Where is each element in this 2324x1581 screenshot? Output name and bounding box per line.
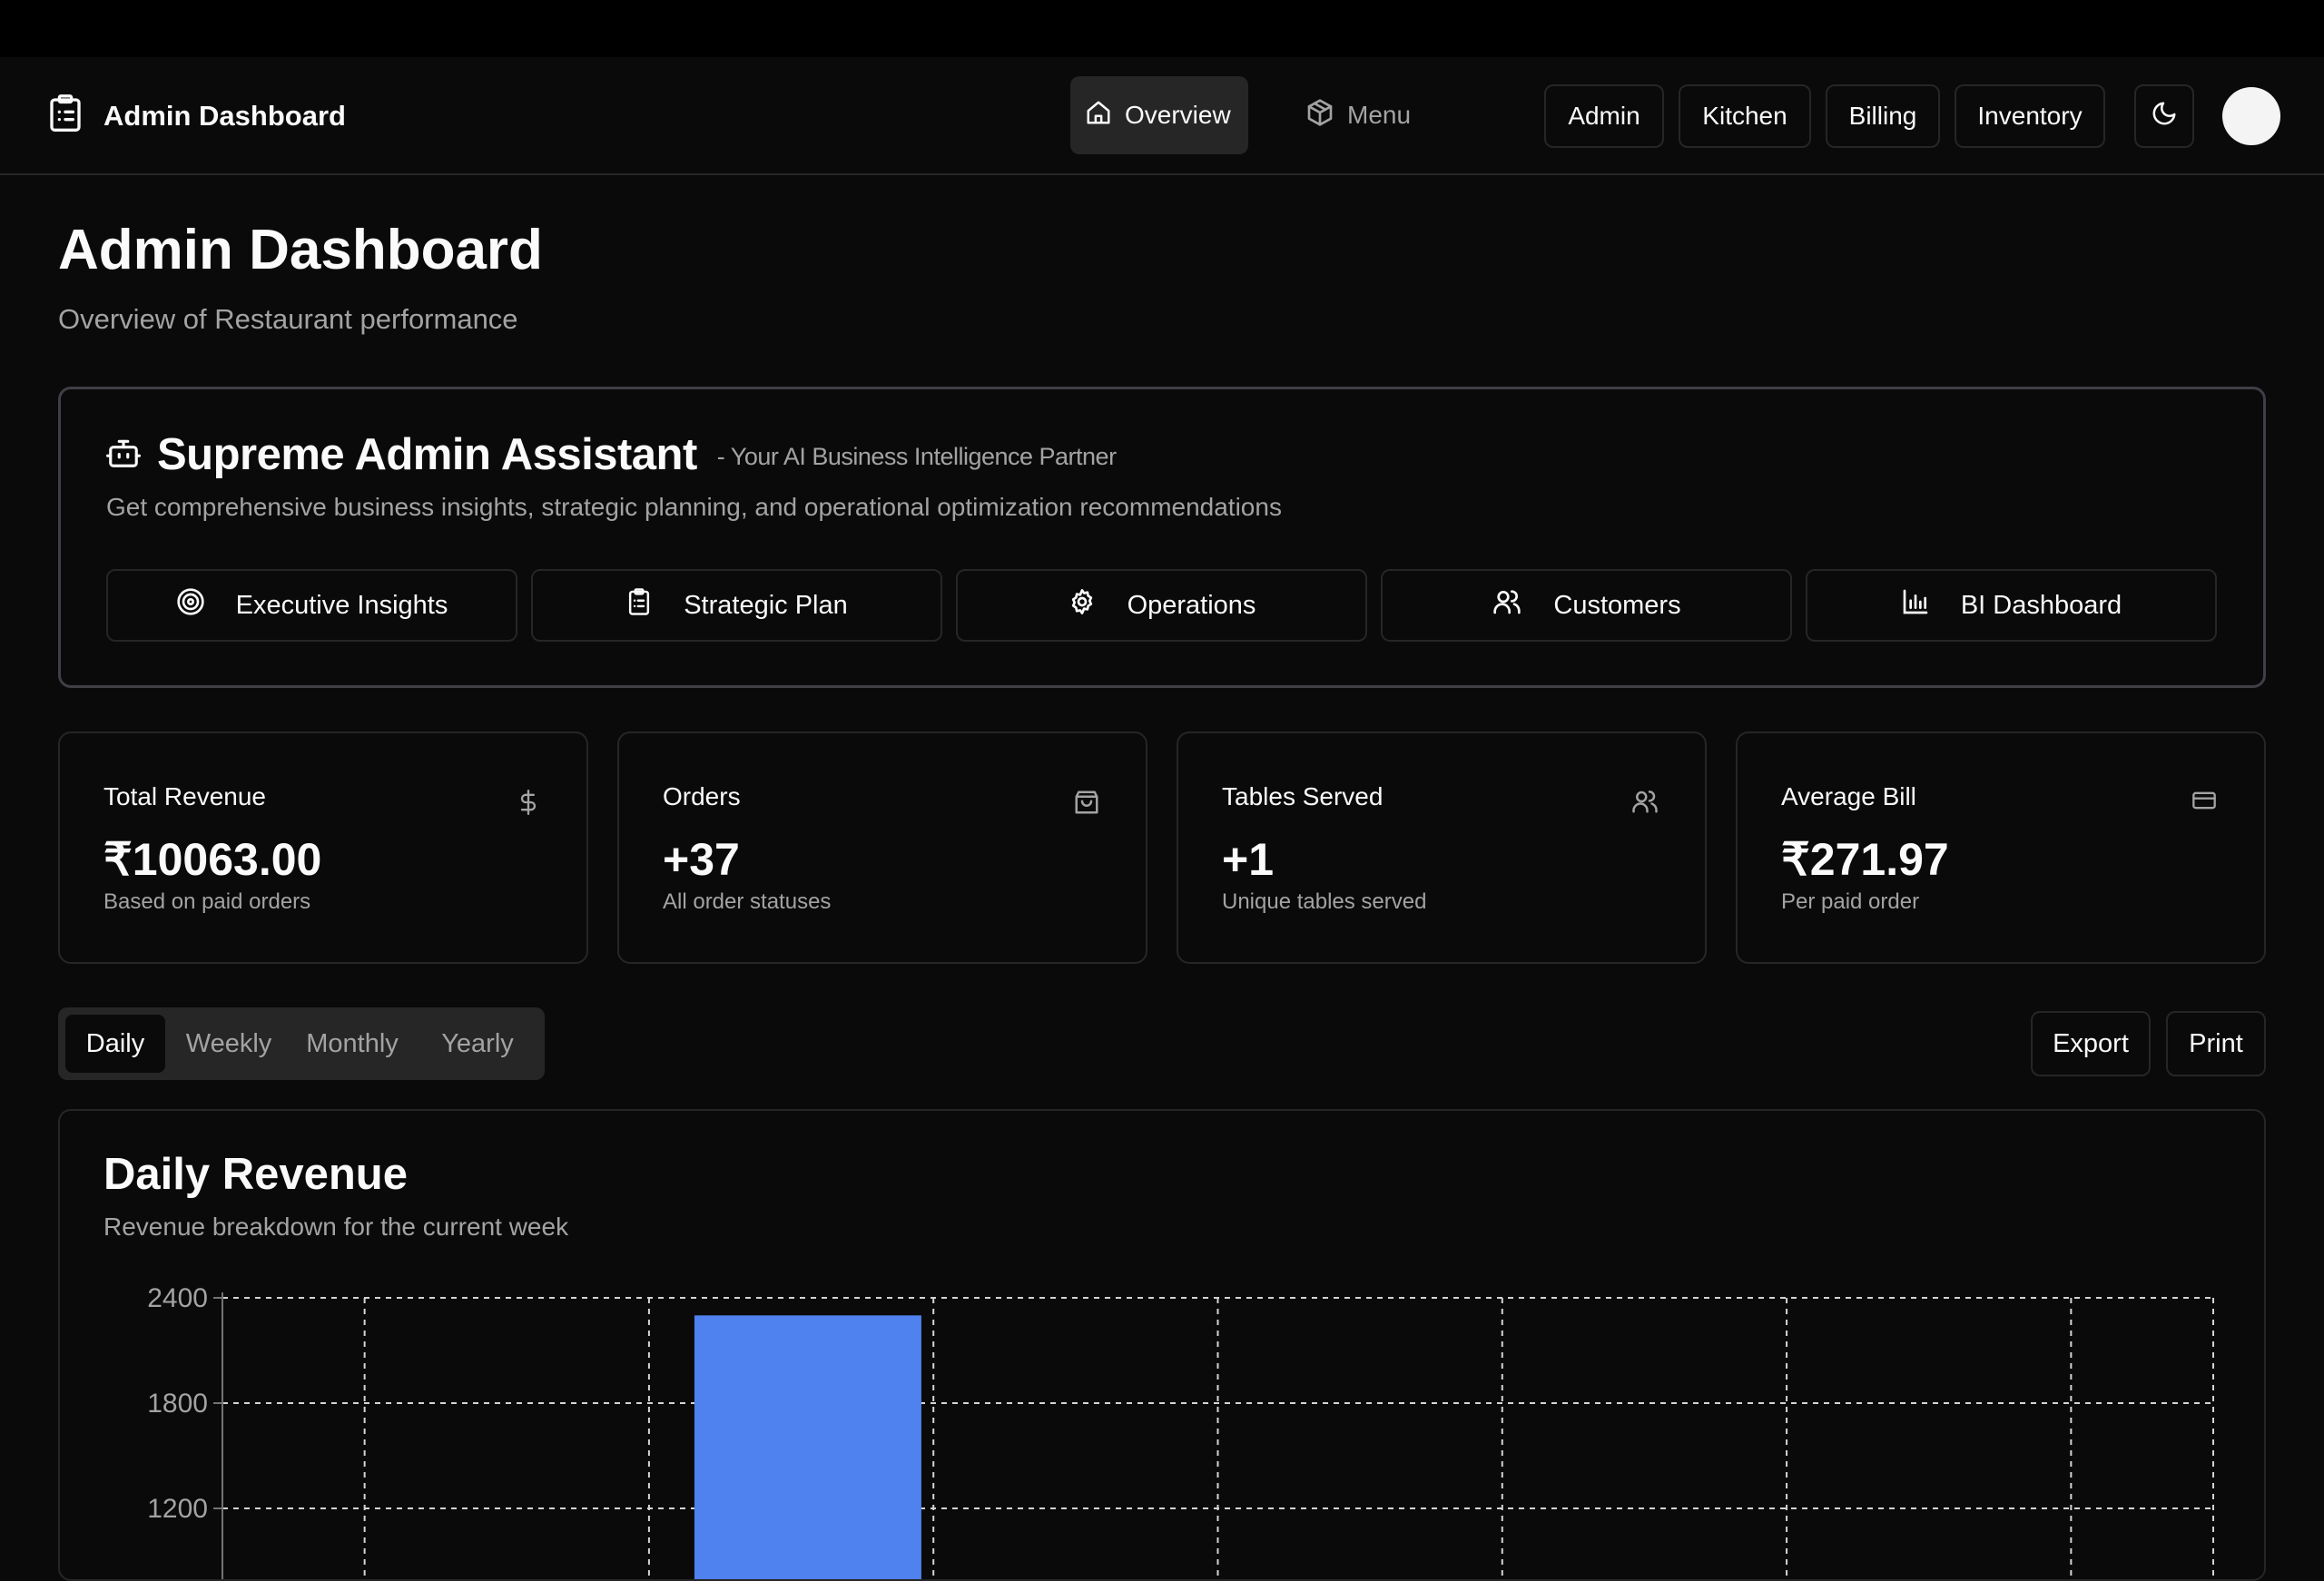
clipboard-list-icon: [47, 93, 84, 138]
bi-dashboard-label: BI Dashboard: [1960, 590, 2122, 620]
credit-card-icon: [2190, 788, 2219, 818]
admin-assistant-panel: Supreme Admin Assistant - Your AI Busine…: [58, 387, 2266, 688]
package-icon: [1305, 98, 1334, 133]
nav-overview[interactable]: Overview: [1070, 76, 1248, 154]
card-note: Per paid order: [1781, 889, 1920, 914]
users-icon: [1630, 788, 1659, 820]
tab-daily[interactable]: Daily: [65, 1015, 165, 1073]
kitchen-button[interactable]: Kitchen: [1679, 84, 1811, 148]
card-note: Based on paid orders: [103, 889, 311, 914]
card-value: ₹271.97: [1781, 834, 1949, 885]
target-icon: [176, 587, 205, 624]
customers-button[interactable]: Customers: [1381, 569, 1792, 642]
tab-yearly[interactable]: Yearly: [419, 1015, 536, 1073]
home-icon: [1085, 99, 1112, 133]
app-title: Admin Dashboard: [103, 99, 346, 132]
shopping-bag-icon: [1073, 788, 1100, 821]
card-label: Orders: [663, 782, 741, 810]
export-button[interactable]: Export: [2031, 1011, 2151, 1076]
revenue-bar-chart: 2400 1800 1200: [147, 1283, 2214, 1579]
average-bill-card: Average Bill ₹271.97 Per paid order: [1736, 732, 2266, 964]
inventory-button[interactable]: Inventory: [1955, 84, 2105, 148]
nav-menu-label: Menu: [1347, 101, 1412, 129]
card-value: +37: [663, 834, 740, 885]
y-tick-label: 1200: [147, 1494, 208, 1524]
customers-label: Customers: [1553, 590, 1681, 620]
assistant-header: Supreme Admin Assistant - Your AI Busine…: [106, 429, 1117, 480]
bot-icon: [106, 436, 141, 475]
bar: [694, 1315, 921, 1579]
page-title: Admin Dashboard: [58, 219, 543, 281]
admin-button[interactable]: Admin: [1544, 84, 1664, 148]
top-nav: Admin Dashboard Overview Menu Admin Kitc…: [0, 57, 2324, 175]
assistant-description: Get comprehensive business insights, str…: [106, 493, 1282, 521]
strategic-plan-button[interactable]: Strategic Plan: [531, 569, 942, 642]
bi-dashboard-button[interactable]: BI Dashboard: [1806, 569, 2217, 642]
y-tick-label: 2400: [147, 1283, 208, 1313]
brand[interactable]: Admin Dashboard: [47, 93, 346, 138]
dollar-icon: [516, 788, 541, 821]
card-note: Unique tables served: [1222, 889, 1427, 914]
daily-revenue-chart-card: Daily Revenue Revenue breakdown for the …: [58, 1109, 2266, 1581]
tab-weekly[interactable]: Weekly: [172, 1015, 285, 1073]
bar-chart-icon: [1901, 587, 1930, 624]
tables-served-card: Tables Served +1 Unique tables served: [1177, 732, 1707, 964]
avatar[interactable]: [2222, 87, 2280, 145]
gear-icon: [1068, 587, 1097, 624]
operations-label: Operations: [1127, 590, 1256, 620]
total-revenue-card: Total Revenue ₹10063.00 Based on paid or…: [58, 732, 588, 964]
card-label: Total Revenue: [103, 782, 267, 810]
orders-card: Orders +37 All order statuses: [617, 732, 1147, 964]
page-subtitle: Overview of Restaurant performance: [58, 303, 518, 335]
moon-icon: [2151, 100, 2178, 133]
users-icon: [1492, 587, 1522, 624]
card-note: All order statuses: [663, 889, 832, 914]
billing-button[interactable]: Billing: [1826, 84, 1940, 148]
strategic-plan-label: Strategic Plan: [684, 590, 848, 620]
nav-menu[interactable]: Menu: [1291, 76, 1436, 154]
print-button[interactable]: Print: [2166, 1011, 2266, 1076]
card-value: ₹10063.00: [103, 834, 322, 885]
clipboard-list-icon: [625, 587, 653, 624]
card-label: Average Bill: [1781, 782, 1916, 810]
executive-insights-label: Executive Insights: [235, 590, 448, 620]
window-top-strip: [0, 0, 2324, 57]
card-value: +1: [1222, 834, 1275, 885]
assistant-title: Supreme Admin Assistant: [157, 430, 697, 479]
y-tick-label: 1800: [147, 1389, 208, 1419]
nav-overview-label: Overview: [1125, 101, 1231, 129]
period-tabs: Daily Weekly Monthly Yearly: [58, 1007, 545, 1080]
executive-insights-button[interactable]: Executive Insights: [106, 569, 517, 642]
theme-toggle-button[interactable]: [2134, 84, 2194, 148]
card-label: Tables Served: [1222, 782, 1384, 810]
operations-button[interactable]: Operations: [956, 569, 1367, 642]
tab-monthly[interactable]: Monthly: [292, 1015, 412, 1073]
assistant-tagline: - Your AI Business Intelligence Partner: [716, 442, 1117, 470]
